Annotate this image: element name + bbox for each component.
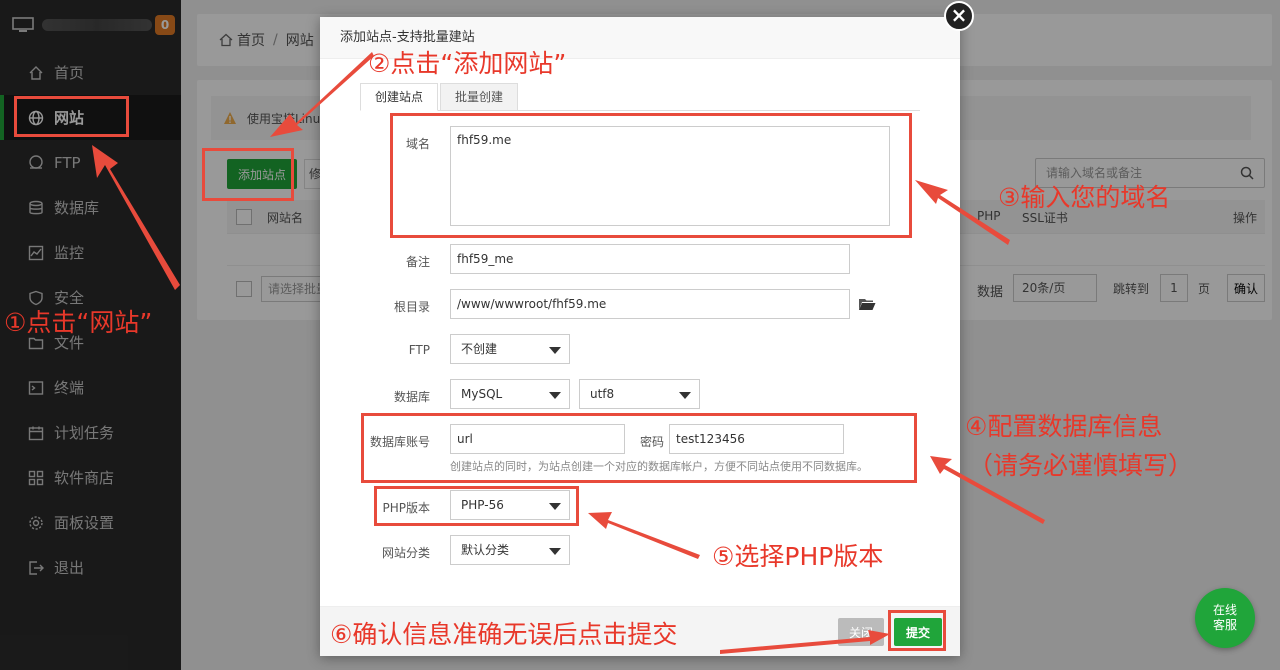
note-label: 备注 bbox=[405, 255, 430, 269]
chevron-down-icon bbox=[549, 347, 561, 354]
charset-select[interactable]: utf8 bbox=[579, 379, 700, 409]
highlight-add-site bbox=[202, 148, 294, 201]
tab-batch-create[interactable]: 批量创建 bbox=[440, 83, 519, 111]
chevron-down-icon bbox=[679, 392, 691, 399]
annotation-step1: ①点击“网站” bbox=[4, 308, 153, 337]
highlight-website-menu bbox=[14, 96, 129, 137]
ftp-select-value: 不创建 bbox=[461, 342, 498, 356]
service-line2: 客服 bbox=[1212, 618, 1237, 632]
highlight-db-info bbox=[361, 413, 917, 483]
ftp-label: FTP bbox=[408, 343, 430, 357]
chevron-down-icon bbox=[549, 392, 561, 399]
note-input[interactable]: fhf59_me bbox=[450, 244, 850, 274]
database-type-select[interactable]: MySQL bbox=[450, 379, 570, 409]
annotation-step4: ④配置数据库信息 bbox=[965, 412, 1163, 441]
highlight-submit bbox=[888, 610, 946, 651]
annotation-step2: ②点击“添加网站” bbox=[368, 49, 567, 78]
highlight-domain bbox=[390, 113, 912, 238]
service-line1: 在线 bbox=[1212, 603, 1237, 617]
close-icon[interactable]: × bbox=[944, 1, 974, 31]
highlight-php bbox=[374, 486, 579, 526]
root-dir-label: 根目录 bbox=[393, 300, 430, 314]
online-service-button[interactable]: 在线 客服 bbox=[1195, 588, 1255, 648]
annotation-step4-note: （请务必谨慎填写） bbox=[968, 451, 1194, 480]
root-dir-input[interactable]: /www/wwwroot/fhf59.me bbox=[450, 289, 850, 319]
dialog-tabs: 创建站点 批量创建 bbox=[360, 83, 920, 111]
annotation-step3: ③输入您的域名 bbox=[998, 183, 1171, 212]
tab-create-site[interactable]: 创建站点 bbox=[360, 83, 439, 111]
annotation-step5: ⑤选择PHP版本 bbox=[712, 542, 884, 571]
charset-value: utf8 bbox=[590, 387, 615, 401]
site-category-value: 默认分类 bbox=[461, 543, 510, 557]
folder-open-icon[interactable] bbox=[858, 297, 876, 311]
database-type-value: MySQL bbox=[461, 387, 503, 401]
database-label: 数据库 bbox=[393, 390, 430, 404]
close-button[interactable]: 关闭 bbox=[838, 618, 884, 646]
site-category-label: 网站分类 bbox=[381, 546, 430, 560]
annotation-step6: ⑥确认信息准确无误后点击提交 bbox=[330, 620, 678, 649]
site-category-select[interactable]: 默认分类 bbox=[450, 535, 570, 565]
chevron-down-icon bbox=[549, 548, 561, 555]
ftp-select[interactable]: 不创建 bbox=[450, 334, 570, 364]
